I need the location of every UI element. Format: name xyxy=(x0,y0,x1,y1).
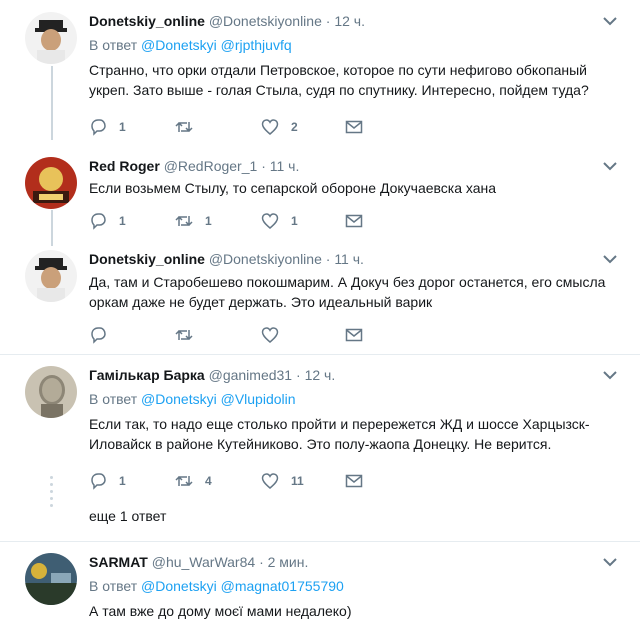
reply-prefix: В ответ xyxy=(89,578,138,594)
separator-dot: · xyxy=(325,251,331,267)
reply-context: В ответ @Donetskyi @Vlupidolin xyxy=(89,390,296,408)
like-button[interactable]: 1 xyxy=(261,211,298,231)
separator-dot: · xyxy=(325,13,331,29)
like-icon xyxy=(261,213,279,229)
dm-icon xyxy=(345,474,363,488)
avatar[interactable] xyxy=(25,250,77,302)
timestamp[interactable]: 2 мин. xyxy=(268,554,309,570)
separator-dot: · xyxy=(296,367,301,383)
author-handle[interactable]: @Donetskiyonline xyxy=(209,13,322,29)
divider xyxy=(0,541,640,542)
timestamp[interactable]: 12 ч. xyxy=(305,367,336,383)
retweet-count: 4 xyxy=(205,474,212,488)
dm-icon xyxy=(345,120,363,134)
author-handle[interactable]: @hu_WarWar84 xyxy=(152,554,255,570)
dm-button[interactable] xyxy=(345,325,363,345)
reply-icon xyxy=(91,119,106,136)
author-name[interactable]: Red Roger xyxy=(89,158,160,174)
dm-icon xyxy=(345,328,363,342)
tweet-text: Странно, что орки отдали Петровское, кот… xyxy=(89,62,589,98)
dm-button[interactable] xyxy=(345,211,363,231)
reply-mentions[interactable]: @Donetskyi @magnat01755790 xyxy=(141,578,344,594)
retweet-button[interactable]: 4 xyxy=(175,471,212,491)
like-count: 1 xyxy=(291,214,298,228)
author-name[interactable]: Donetskiy_online xyxy=(89,13,205,29)
tweet-text: Если так, то надо еще столько пройти и п… xyxy=(89,416,590,452)
reply-button[interactable] xyxy=(89,325,107,345)
avatar[interactable] xyxy=(25,12,77,64)
like-count: 2 xyxy=(291,120,298,134)
reply-context: В ответ @Donetskyi @magnat01755790 xyxy=(89,577,344,595)
like-count: 11 xyxy=(291,474,304,488)
timestamp[interactable]: 12 ч. xyxy=(334,13,365,29)
like-button[interactable]: 11 xyxy=(261,471,304,491)
retweet-button[interactable] xyxy=(175,325,193,345)
reply-prefix: В ответ xyxy=(89,391,138,407)
thread-line xyxy=(51,66,53,140)
avatar[interactable] xyxy=(25,553,77,605)
tweet-text: А там вже до дому моєї мами недалеко) xyxy=(89,603,352,619)
reply-context: В ответ @Donetskyi @rjpthjuvfq xyxy=(89,36,292,54)
like-icon xyxy=(261,327,279,343)
reply-icon xyxy=(91,327,106,344)
tweet-text: Да, там и Старобешево покошмарим. А Доку… xyxy=(89,274,606,310)
author-name[interactable]: SARMAT xyxy=(89,554,148,570)
timestamp[interactable]: 11 ч. xyxy=(270,158,300,174)
author-handle[interactable]: @ganimed31 xyxy=(209,367,293,383)
show-more-replies-link[interactable]: еще 1 ответ xyxy=(89,508,166,524)
author-handle[interactable]: @RedRoger_1 xyxy=(164,158,258,174)
reply-count: 1 xyxy=(119,214,126,228)
retweet-count: 1 xyxy=(205,214,212,228)
reply-button[interactable]: 1 xyxy=(89,211,126,231)
tweet-text: Если возьмем Стылу, то сепарской обороне… xyxy=(89,180,497,196)
reply-button[interactable]: 1 xyxy=(89,117,126,137)
avatar[interactable] xyxy=(25,157,77,209)
divider xyxy=(0,354,640,355)
caret-down-icon[interactable] xyxy=(602,254,618,264)
retweet-icon xyxy=(175,329,193,341)
caret-down-icon[interactable] xyxy=(602,16,618,26)
reply-mentions[interactable]: @Donetskyi @rjpthjuvfq xyxy=(141,37,292,53)
reply-count: 1 xyxy=(119,120,126,134)
separator-dot: · xyxy=(261,158,266,174)
reply-icon xyxy=(91,213,106,230)
timestamp[interactable]: 11 ч. xyxy=(334,251,364,267)
dm-button[interactable] xyxy=(345,471,363,491)
caret-down-icon[interactable] xyxy=(602,557,618,567)
reply-prefix: В ответ xyxy=(89,37,138,53)
retweet-button[interactable] xyxy=(175,117,205,137)
thread-dots xyxy=(49,476,54,511)
like-icon xyxy=(261,119,279,135)
separator-dot: · xyxy=(259,554,264,570)
reply-icon xyxy=(91,473,106,490)
reply-mentions[interactable]: @Donetskyi @Vlupidolin xyxy=(141,391,296,407)
reply-button[interactable]: 1 xyxy=(89,471,126,491)
caret-down-icon[interactable] xyxy=(602,161,618,171)
retweet-button[interactable]: 1 xyxy=(175,211,212,231)
caret-down-icon[interactable] xyxy=(602,370,618,380)
retweet-icon xyxy=(175,121,193,133)
like-button[interactable]: 2 xyxy=(261,117,298,137)
dm-icon xyxy=(345,214,363,228)
thread-line xyxy=(51,210,53,246)
author-handle[interactable]: @Donetskiyonline xyxy=(209,251,322,267)
reply-count: 1 xyxy=(119,474,126,488)
retweet-icon xyxy=(175,215,193,227)
author-name[interactable]: Гамількар Барка xyxy=(89,367,205,383)
dm-button[interactable] xyxy=(345,117,363,137)
author-name[interactable]: Donetskiy_online xyxy=(89,251,205,267)
retweet-icon xyxy=(175,475,193,487)
like-button[interactable] xyxy=(261,325,279,345)
avatar[interactable] xyxy=(25,366,77,418)
like-icon xyxy=(261,473,279,489)
